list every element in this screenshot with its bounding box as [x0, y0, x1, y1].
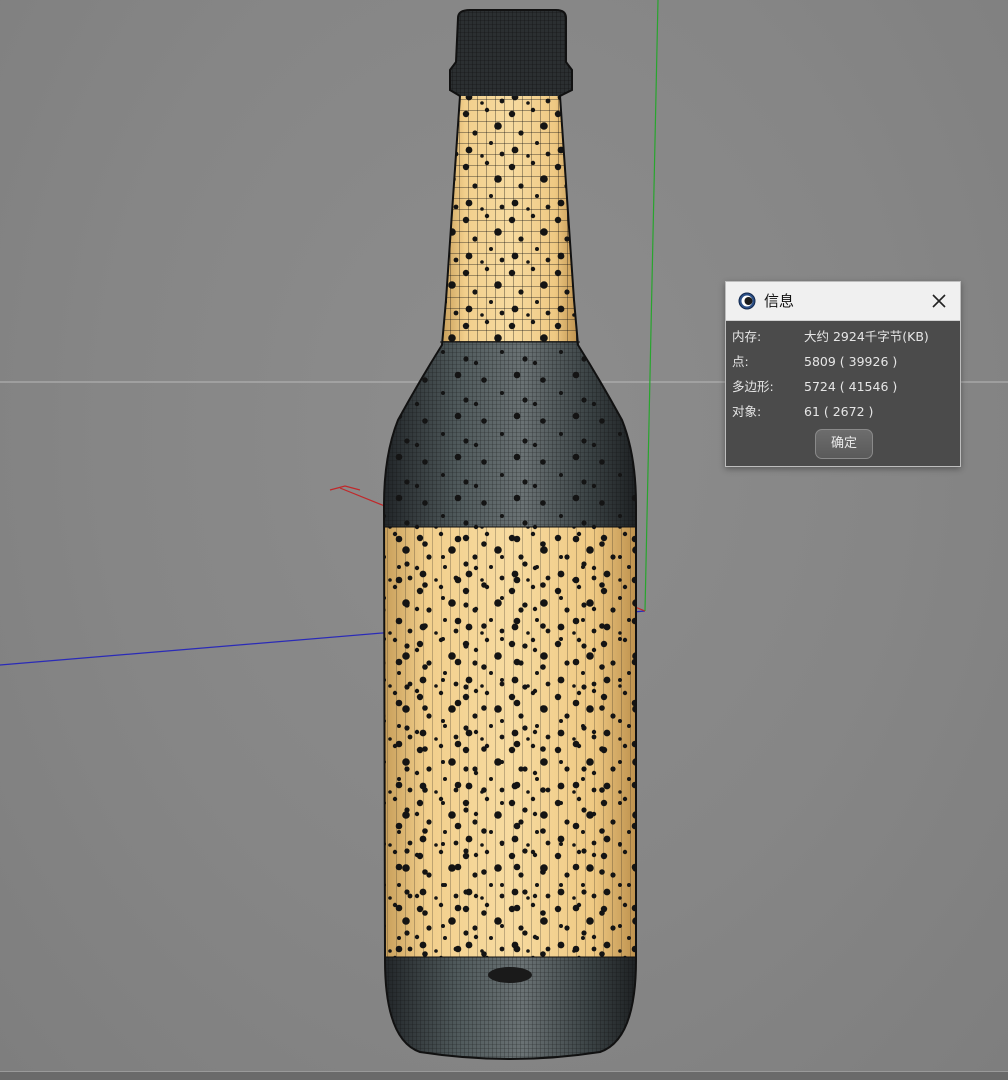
info-label: 对象: — [732, 404, 762, 419]
info-value: 大约 2924千字节(KB) — [804, 329, 929, 344]
cinema4d-logo-icon — [738, 292, 756, 310]
info-row-polygons: 多边形: 5724 ( 41546 ) — [726, 377, 960, 397]
info-value: 5724 ( 41546 ) — [804, 379, 898, 394]
viewport-bottom-edge — [0, 1071, 1008, 1080]
info-row-points: 点: 5809 ( 39926 ) — [726, 352, 960, 372]
info-label: 内存: — [732, 329, 762, 344]
ok-button[interactable]: 确定 — [815, 429, 873, 459]
info-dialog: 信息 内存: 大约 2924千字节(KB) 点: 5809 ( 39926 ) … — [725, 281, 961, 467]
bottle-model — [384, 10, 636, 1059]
info-value: 5809 ( 39926 ) — [804, 354, 898, 369]
y-axis-line — [644, 0, 659, 612]
info-row-objects: 对象: 61 ( 2672 ) — [726, 402, 960, 422]
info-value: 61 ( 2672 ) — [804, 404, 874, 419]
dialog-title: 信息 — [764, 292, 795, 310]
info-row-memory: 内存: 大约 2924千字节(KB) — [726, 327, 960, 347]
3d-viewport[interactable]: 信息 内存: 大约 2924千字节(KB) 点: 5809 ( 39926 ) … — [0, 0, 1008, 1080]
dialog-titlebar[interactable]: 信息 — [726, 282, 960, 321]
bottle-scene[interactable] — [0, 0, 1008, 1080]
info-label: 点: — [732, 354, 749, 369]
info-label: 多边形: — [732, 379, 774, 394]
close-icon[interactable] — [928, 290, 950, 312]
